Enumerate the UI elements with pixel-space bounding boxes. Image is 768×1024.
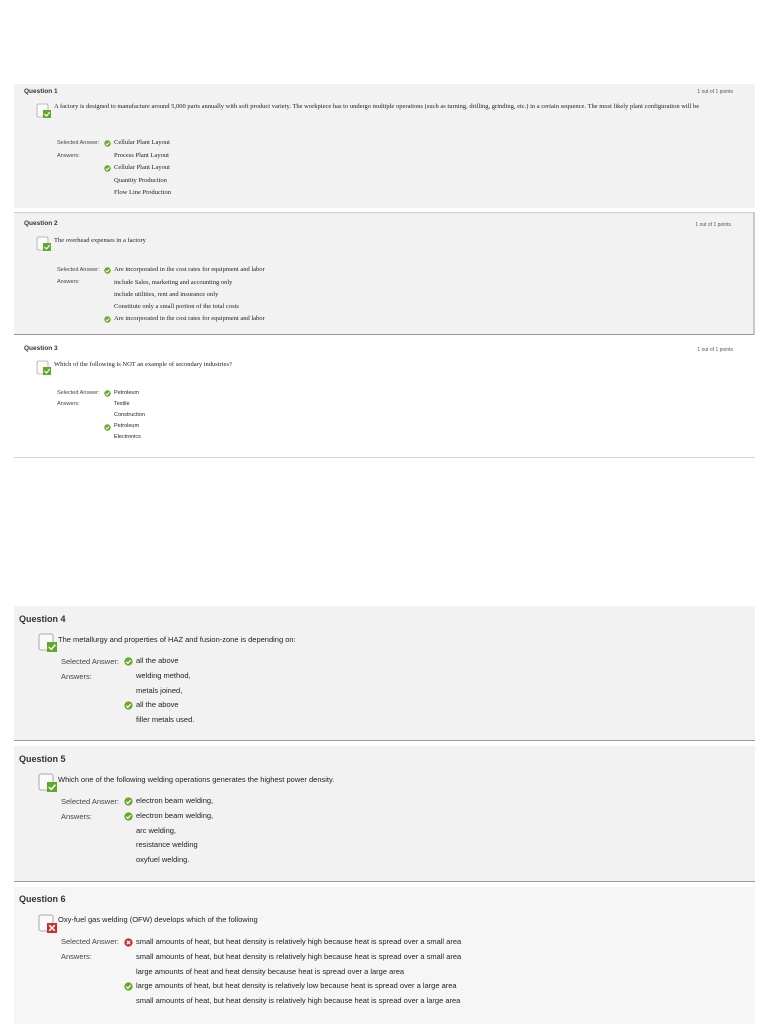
- question-text: Which one of the following welding opera…: [58, 775, 335, 784]
- question-3-panel: Question 3 1 out of 1 points Which of th…: [14, 339, 755, 457]
- answer-option: small amounts of heat, but heat density …: [136, 996, 461, 1005]
- answer-option: Constitute only a small portion of the t…: [114, 303, 239, 310]
- document-status-icon: [36, 360, 51, 375]
- check-circle-icon: [124, 982, 133, 991]
- selected-answer-label: Selected Answer:: [61, 657, 119, 666]
- check-circle-icon: [104, 267, 111, 274]
- question-text: The metallurgy and properties of HAZ and…: [58, 635, 296, 644]
- answers-label: Answers:: [57, 279, 80, 285]
- check-circle-icon: [124, 797, 133, 806]
- check-circle-icon: [124, 812, 133, 821]
- question-title: Question 6: [19, 894, 66, 904]
- answer-option: Petroleum: [114, 423, 140, 429]
- question-2-panel: Question 2 1 out of 1 points The overhea…: [14, 212, 755, 335]
- answer-option: include Sales, marketing and accounting …: [114, 279, 233, 286]
- x-circle-icon: [124, 938, 133, 947]
- answers-label: Answers:: [61, 812, 92, 821]
- check-circle-icon: [104, 424, 111, 431]
- answer-option: welding method,: [136, 671, 191, 680]
- question-text: Oxy-fuel gas welding (OFW) develops whic…: [58, 915, 258, 924]
- answers-label: Answers:: [57, 153, 80, 159]
- question-title: Question 4: [19, 614, 66, 624]
- question-title: Question 5: [19, 754, 66, 764]
- results-page-1: Question 1 1 out of 1 points A factory i…: [14, 84, 755, 458]
- answer-option: Quantity Production: [114, 177, 167, 184]
- selected-answer: all the above: [136, 656, 179, 665]
- answer-option: Electronics: [114, 434, 141, 440]
- answer-option: arc welding,: [136, 826, 177, 835]
- question-points: 1 out of 1 points: [697, 89, 733, 95]
- answer-option: include utilities, rent and insurance on…: [114, 291, 219, 298]
- question-1-panel: Question 1 1 out of 1 points A factory i…: [14, 84, 755, 208]
- document-status-icon: [38, 914, 57, 933]
- question-points: 1 out of 1 points: [697, 347, 733, 353]
- check-circle-icon: [104, 140, 111, 147]
- question-title: Question 2: [24, 220, 58, 227]
- answer-option: resistance welding: [136, 840, 198, 849]
- selected-answer: small amounts of heat, but heat density …: [136, 937, 462, 946]
- answers-label: Answers:: [61, 672, 92, 681]
- question-5-panel: Question 5 Which one of the following we…: [14, 746, 755, 882]
- answer-option: electron beam welding,: [136, 811, 214, 820]
- answer-option: Flow Line Production: [114, 189, 172, 196]
- question-text: The overhead expenses in a factory: [54, 237, 146, 244]
- answer-option: Construction: [114, 412, 145, 418]
- question-points: 1 out of 1 points: [695, 222, 731, 228]
- answer-option: Process Plant Layout: [114, 152, 169, 159]
- question-4-panel: Question 4 The metallurgy and properties…: [14, 606, 755, 741]
- check-circle-icon: [104, 316, 111, 323]
- question-6-panel: Question 6 Oxy-fuel gas welding (OFW) de…: [14, 887, 755, 1024]
- selected-answer-label: Selected Answer:: [57, 390, 100, 396]
- selected-answer-label: Selected Answer:: [57, 267, 100, 273]
- question-title: Question 3: [24, 345, 58, 352]
- answer-option: Are incorporated in the cost rates for e…: [114, 315, 265, 322]
- document-status-icon: [38, 633, 57, 652]
- selected-answer: Are incorporated in the cost rates for e…: [114, 266, 265, 273]
- answers-label: Answers:: [61, 952, 92, 961]
- selected-answer-label: Selected Answer:: [61, 937, 119, 946]
- selected-answer: Petroleum: [114, 390, 140, 396]
- selected-answer-label: Selected Answer:: [61, 797, 119, 806]
- check-circle-icon: [124, 701, 133, 710]
- selected-answer-label: Selected Answer:: [57, 140, 100, 146]
- results-page-2: Question 4 The metallurgy and properties…: [14, 606, 755, 1024]
- question-text: Which of the following is NOT an example…: [54, 361, 232, 368]
- document-status-icon: [36, 236, 51, 251]
- answer-option: large amounts of heat and heat density b…: [136, 967, 405, 976]
- question-title: Question 1: [24, 88, 58, 95]
- answer-option: oxyfuel welding.: [136, 855, 190, 864]
- selected-answer: electron beam welding,: [136, 796, 214, 805]
- check-circle-icon: [124, 657, 133, 666]
- question-text: A factory is designed to manufacture aro…: [54, 103, 700, 110]
- answer-option: Textile: [114, 401, 130, 407]
- answer-option: filler metals used.: [136, 715, 195, 724]
- selected-answer: Cellular Plant Layout: [114, 139, 170, 146]
- answer-option: small amounts of heat, but heat density …: [136, 952, 462, 961]
- answer-option: Cellular Plant Layout: [114, 164, 170, 171]
- document-status-icon: [36, 103, 51, 118]
- answer-option: metals joined,: [136, 686, 183, 695]
- answer-option: large amounts of heat, but heat density …: [136, 981, 457, 990]
- check-circle-icon: [104, 165, 111, 172]
- check-circle-icon: [104, 390, 111, 397]
- answers-label: Answers:: [57, 401, 80, 407]
- answer-option: all the above: [136, 700, 179, 709]
- document-status-icon: [38, 773, 57, 792]
